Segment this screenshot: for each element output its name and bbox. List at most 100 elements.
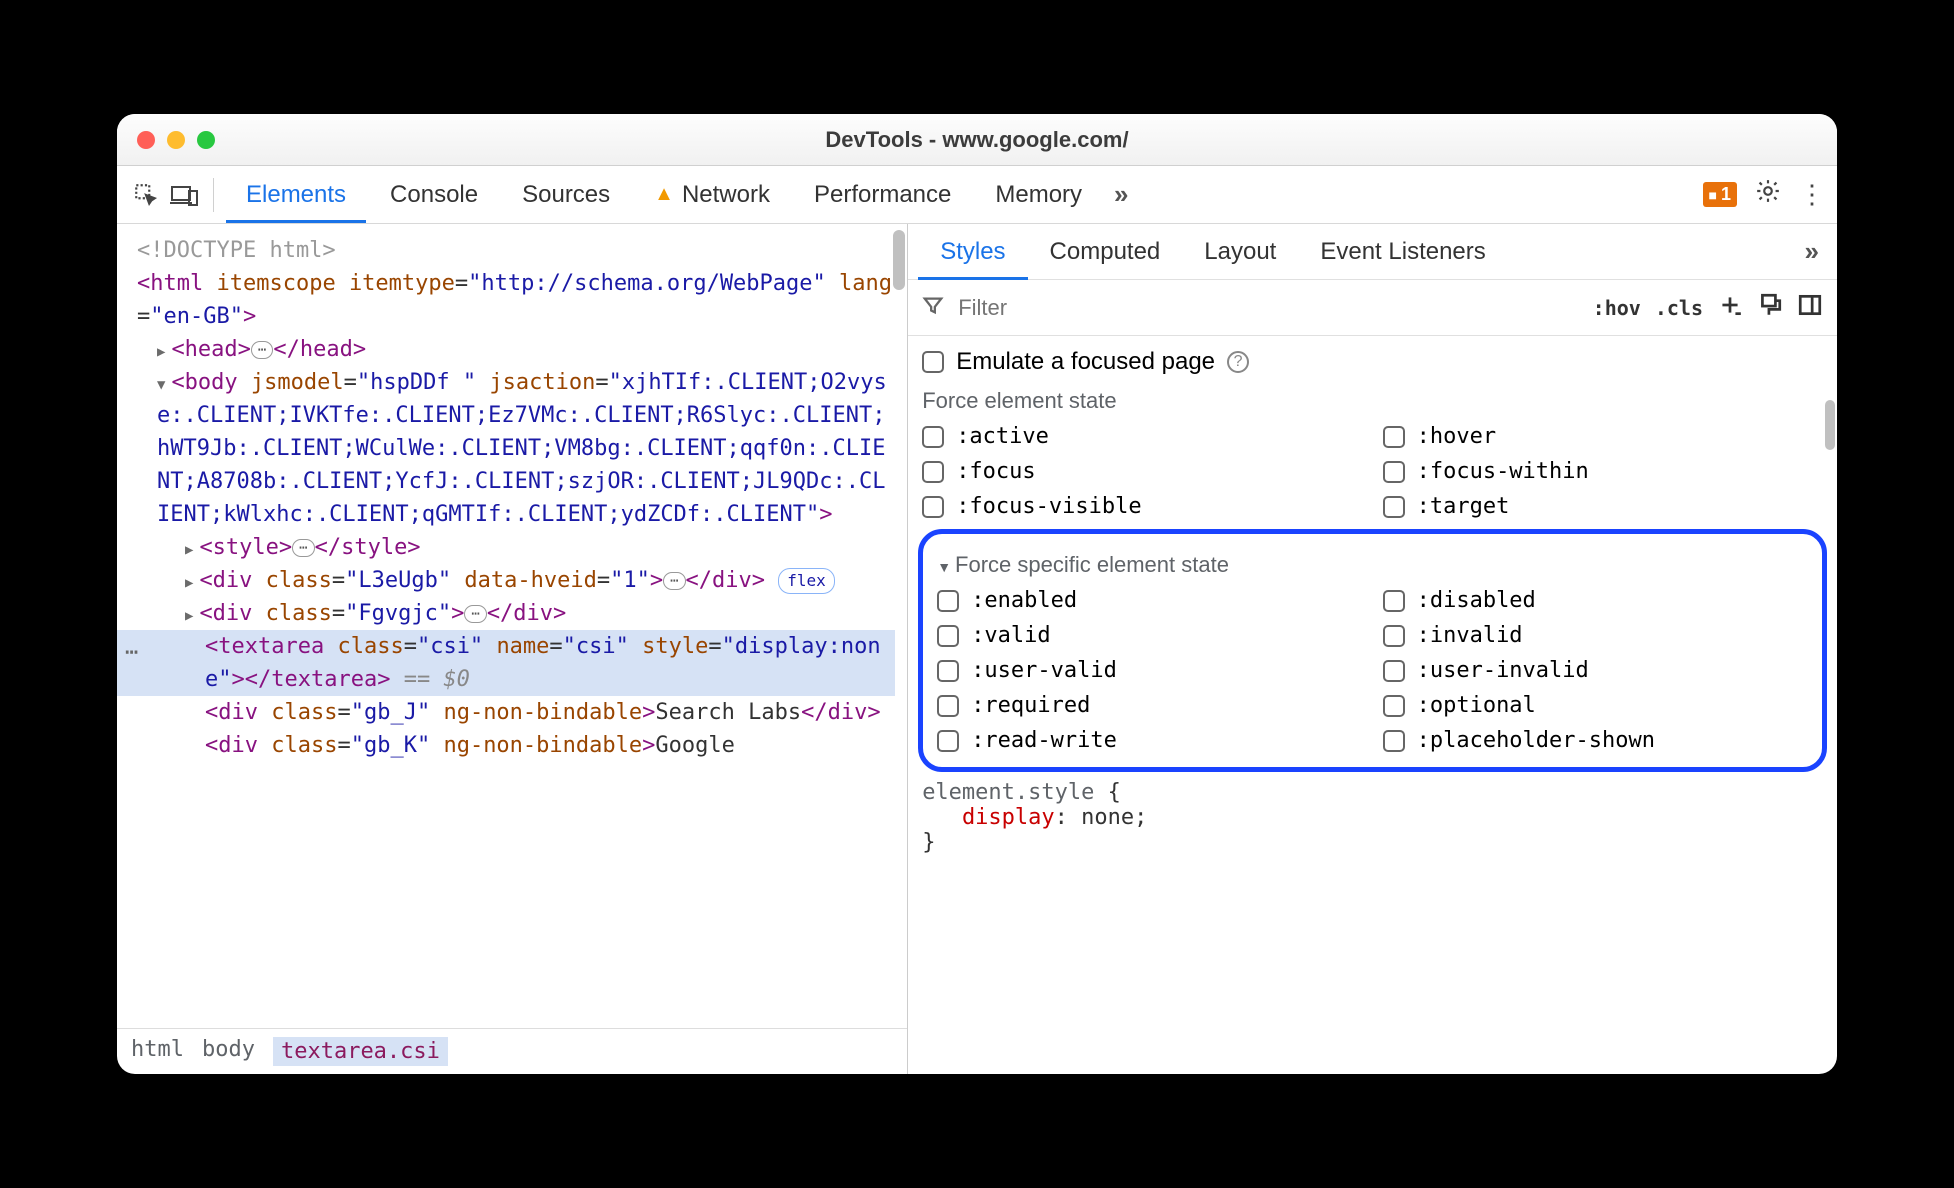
state-enabled[interactable]: :enabled	[937, 588, 1362, 613]
tab-event-listeners[interactable]: Event Listeners	[1298, 224, 1507, 280]
textarea-csi-node-selected[interactable]: ⋯<textarea class="csi" name="csi" style=…	[117, 630, 895, 696]
more-tabs-icon[interactable]: »	[1797, 236, 1827, 267]
div-gbj-node[interactable]: <div class="gb_J" ng-non-bindable>Search…	[129, 696, 895, 729]
div-l3eugb-node[interactable]: <div class="L3eUgb" data-hveid="1">⋯</di…	[129, 564, 895, 597]
checkbox[interactable]	[1383, 625, 1405, 647]
checkbox[interactable]	[937, 695, 959, 717]
maximize-window-button[interactable]	[197, 131, 215, 149]
filter-icon	[922, 294, 944, 322]
breadcrumb-html[interactable]: html	[131, 1037, 184, 1066]
div-gbk-node[interactable]: <div class="gb_K" ng-non-bindable>Google	[129, 729, 895, 762]
state-active[interactable]: :active	[922, 424, 1362, 449]
main-toolbar: Elements Console Sources ▲Network Perfor…	[117, 166, 1837, 224]
tab-elements[interactable]: Elements	[226, 167, 366, 223]
flex-badge[interactable]: flex	[778, 568, 835, 594]
force-specific-highlight: Force specific element state :enabled :d…	[918, 529, 1827, 772]
checkbox[interactable]	[937, 660, 959, 682]
minimize-window-button[interactable]	[167, 131, 185, 149]
state-placeholder-shown[interactable]: :placeholder-shown	[1383, 728, 1808, 753]
checkbox[interactable]	[1383, 695, 1405, 717]
ellipsis-icon[interactable]: ⋯	[464, 605, 486, 623]
toggle-sidebar-icon[interactable]	[1797, 292, 1823, 324]
new-style-rule-icon[interactable]	[1717, 292, 1743, 324]
close-window-button[interactable]	[137, 131, 155, 149]
tab-memory[interactable]: Memory	[975, 167, 1102, 223]
checkbox[interactable]	[1383, 426, 1405, 448]
tab-console[interactable]: Console	[370, 167, 498, 223]
element-style-block[interactable]: element.style { display: none; }	[922, 780, 1823, 855]
html-node[interactable]: <html itemscope itemtype="http://schema.…	[129, 267, 895, 333]
force-specific-heading[interactable]: Force specific element state	[937, 552, 1808, 578]
state-focus[interactable]: :focus	[922, 459, 1362, 484]
state-valid[interactable]: :valid	[937, 623, 1362, 648]
issues-badge[interactable]: 1	[1703, 182, 1737, 207]
tab-computed[interactable]: Computed	[1028, 224, 1183, 280]
tab-layout[interactable]: Layout	[1182, 224, 1298, 280]
devtools-window: DevTools - www.google.com/ Elements Cons…	[117, 114, 1837, 1074]
styles-tabs: Styles Computed Layout Event Listeners »	[908, 224, 1837, 280]
emulate-focused-label: Emulate a focused page	[956, 348, 1215, 376]
breadcrumb-body[interactable]: body	[202, 1037, 255, 1066]
cls-toggle[interactable]: .cls	[1655, 296, 1703, 320]
dom-tree[interactable]: <!DOCTYPE html> <html itemscope itemtype…	[117, 224, 907, 1028]
tab-sources[interactable]: Sources	[502, 167, 630, 223]
state-user-valid[interactable]: :user-valid	[937, 658, 1362, 683]
state-focus-visible[interactable]: :focus-visible	[922, 494, 1362, 519]
emulate-focused-row[interactable]: Emulate a focused page ?	[922, 348, 1823, 376]
inspect-element-icon[interactable]	[129, 178, 163, 212]
doctype-node[interactable]: <!DOCTYPE html>	[129, 234, 895, 267]
state-target[interactable]: :target	[1383, 494, 1823, 519]
traffic-lights	[137, 131, 215, 149]
state-user-invalid[interactable]: :user-invalid	[1383, 658, 1808, 683]
emulate-focused-checkbox[interactable]	[922, 351, 944, 373]
body-node[interactable]: <body jsmodel="hspDDf " jsaction="xjhTIf…	[129, 366, 895, 531]
ellipsis-icon[interactable]: ⋯	[663, 572, 685, 590]
checkbox[interactable]	[1383, 461, 1405, 483]
styles-filter-input[interactable]	[958, 295, 1578, 321]
more-options-icon[interactable]: ⋮	[1799, 179, 1825, 210]
styles-filter-row: :hov .cls	[908, 280, 1837, 336]
ellipsis-icon[interactable]: ⋯	[292, 539, 314, 557]
state-focus-within[interactable]: :focus-within	[1383, 459, 1823, 484]
dollar-zero-badge: == $0	[390, 667, 469, 692]
scrollbar-thumb[interactable]	[893, 230, 905, 290]
checkbox[interactable]	[1383, 660, 1405, 682]
head-node[interactable]: <head>⋯</head>	[129, 333, 895, 366]
more-tabs-icon[interactable]: »	[1106, 179, 1136, 210]
device-toolbar-icon[interactable]	[167, 178, 201, 212]
ellipsis-icon[interactable]: ⋯	[251, 341, 273, 359]
issues-count: 1	[1721, 184, 1731, 205]
checkbox[interactable]	[937, 730, 959, 752]
styles-panel: Styles Computed Layout Event Listeners »…	[908, 224, 1837, 1074]
settings-icon[interactable]	[1755, 178, 1781, 211]
checkbox[interactable]	[922, 426, 944, 448]
div-fgvgjc-node[interactable]: <div class="Fgvgjc">⋯</div>	[129, 597, 895, 630]
state-read-write[interactable]: :read-write	[937, 728, 1362, 753]
scrollbar-thumb[interactable]	[1825, 400, 1835, 450]
state-disabled[interactable]: :disabled	[1383, 588, 1808, 613]
tab-styles[interactable]: Styles	[918, 224, 1027, 280]
selection-dots-icon: ⋯	[125, 636, 140, 669]
checkbox[interactable]	[922, 496, 944, 518]
tab-network-label: Network	[682, 181, 770, 209]
computed-styles-icon[interactable]	[1757, 292, 1783, 324]
hov-toggle[interactable]: :hov	[1593, 296, 1641, 320]
window-title: DevTools - www.google.com/	[117, 127, 1837, 153]
checkbox[interactable]	[1383, 590, 1405, 612]
help-icon[interactable]: ?	[1227, 351, 1249, 373]
checkbox[interactable]	[937, 590, 959, 612]
state-required[interactable]: :required	[937, 693, 1362, 718]
tab-performance[interactable]: Performance	[794, 167, 971, 223]
breadcrumb-textarea-csi[interactable]: textarea.csi	[273, 1037, 448, 1066]
checkbox[interactable]	[922, 461, 944, 483]
tab-network[interactable]: ▲Network	[634, 167, 790, 223]
force-state-heading: Force element state	[922, 388, 1823, 414]
state-invalid[interactable]: :invalid	[1383, 623, 1808, 648]
state-hover[interactable]: :hover	[1383, 424, 1823, 449]
titlebar: DevTools - www.google.com/	[117, 114, 1837, 166]
state-optional[interactable]: :optional	[1383, 693, 1808, 718]
style-node[interactable]: <style>⋯</style>	[129, 531, 895, 564]
checkbox[interactable]	[1383, 496, 1405, 518]
checkbox[interactable]	[1383, 730, 1405, 752]
checkbox[interactable]	[937, 625, 959, 647]
